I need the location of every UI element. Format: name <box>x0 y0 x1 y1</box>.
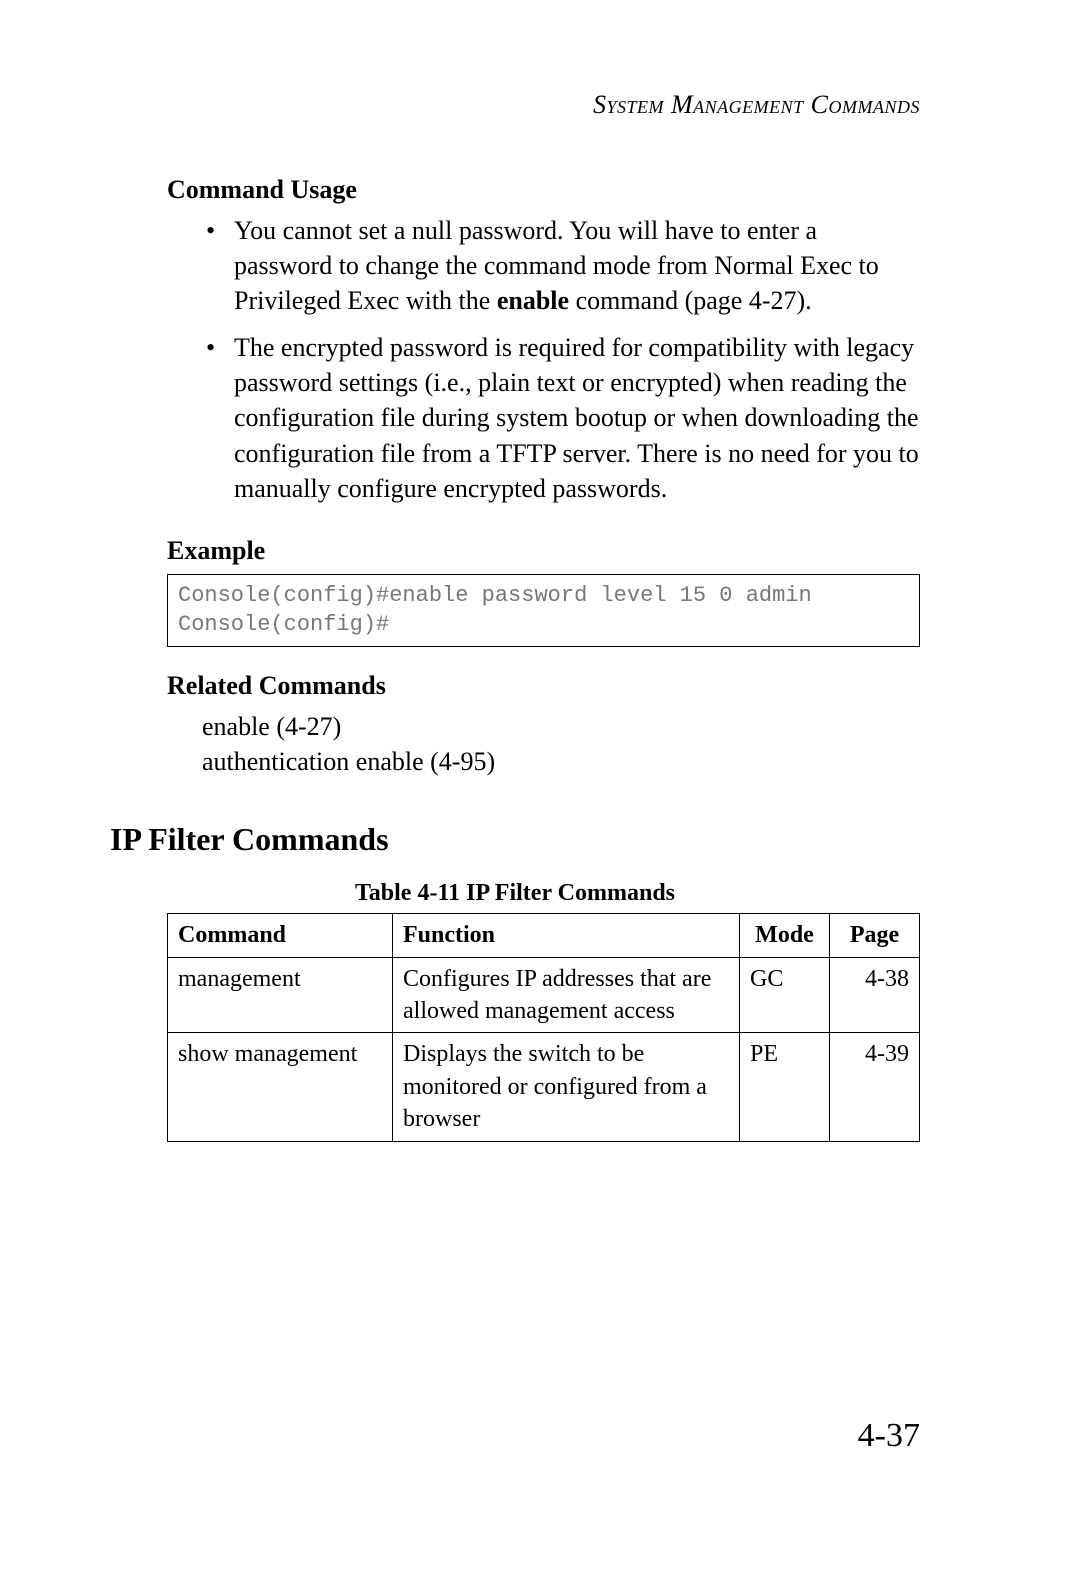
cell-command: management <box>168 957 393 1033</box>
cell-page: 4-38 <box>830 957 920 1033</box>
col-header-function: Function <box>393 914 740 957</box>
page-number: 4-37 <box>858 1417 920 1455</box>
command-usage-list: You cannot set a null password. You will… <box>206 213 920 506</box>
cell-mode: PE <box>740 1033 830 1141</box>
bullet-text-bold: enable <box>497 286 569 315</box>
table-row: management Configures IP addresses that … <box>168 957 920 1033</box>
command-usage-heading: Command Usage <box>167 175 920 205</box>
table-row: show management Displays the switch to b… <box>168 1033 920 1141</box>
related-commands-heading: Related Commands <box>167 671 920 701</box>
cell-page: 4-39 <box>830 1033 920 1141</box>
running-header: System Management Commands <box>110 90 920 120</box>
bullet-text-post: command (page 4-27). <box>569 286 812 315</box>
example-code-block: Console(config)#enable password level 15… <box>167 574 920 647</box>
ip-filter-heading: IP Filter Commands <box>110 821 920 858</box>
ip-filter-table: Command Function Mode Page management Co… <box>167 913 920 1141</box>
example-heading: Example <box>167 536 920 566</box>
col-header-command: Command <box>168 914 393 957</box>
col-header-mode: Mode <box>740 914 830 957</box>
table-caption: Table 4-11 IP Filter Commands <box>110 880 920 907</box>
bullet-text: The encrypted password is required for c… <box>234 333 919 502</box>
cell-function: Configures IP addresses that are allowed… <box>393 957 740 1033</box>
list-item: You cannot set a null password. You will… <box>206 213 920 318</box>
related-commands-list: enable (4-27) authentication enable (4-9… <box>202 709 920 779</box>
list-item: The encrypted password is required for c… <box>206 330 920 505</box>
cell-mode: GC <box>740 957 830 1033</box>
related-item: enable (4-27) <box>202 709 920 744</box>
related-item: authentication enable (4-95) <box>202 744 920 779</box>
table-header-row: Command Function Mode Page <box>168 914 920 957</box>
cell-command: show management <box>168 1033 393 1141</box>
cell-function: Displays the switch to be monitored or c… <box>393 1033 740 1141</box>
col-header-page: Page <box>830 914 920 957</box>
